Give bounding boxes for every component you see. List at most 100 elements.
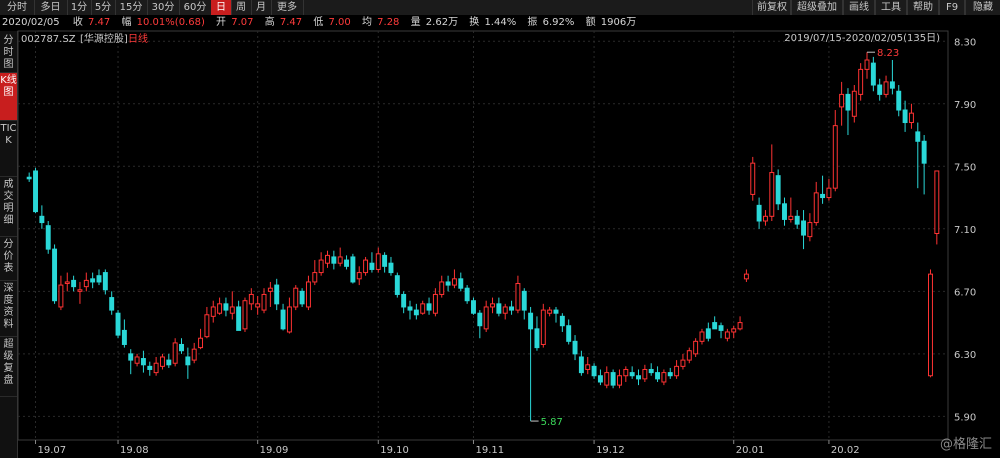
candle-body[interactable] bbox=[661, 372, 667, 383]
candle-body[interactable] bbox=[851, 90, 857, 117]
candle-body[interactable] bbox=[439, 281, 445, 295]
candle-body[interactable] bbox=[134, 356, 140, 364]
candle-body[interactable] bbox=[826, 187, 832, 199]
candle-body[interactable] bbox=[388, 262, 394, 274]
candle-body[interactable] bbox=[743, 273, 749, 280]
candle-body[interactable] bbox=[680, 359, 686, 367]
candle-body[interactable] bbox=[509, 306, 515, 311]
candle-body[interactable] bbox=[724, 331, 730, 339]
candle-body[interactable] bbox=[864, 59, 870, 70]
candle-body[interactable] bbox=[915, 131, 921, 142]
candle-body[interactable] bbox=[534, 328, 540, 349]
candle-body[interactable] bbox=[737, 322, 743, 330]
candle-body[interactable] bbox=[870, 62, 876, 86]
candle-body[interactable] bbox=[64, 281, 70, 285]
candle-body[interactable] bbox=[299, 290, 305, 305]
candle-body[interactable] bbox=[604, 372, 610, 386]
candle-body[interactable] bbox=[794, 215, 800, 225]
candle-body[interactable] bbox=[528, 312, 534, 330]
candle-body[interactable] bbox=[616, 375, 622, 386]
candle-body[interactable] bbox=[540, 309, 546, 345]
candle-body[interactable] bbox=[623, 368, 629, 377]
candle-body[interactable] bbox=[204, 314, 210, 338]
candle-body[interactable] bbox=[896, 90, 902, 111]
candle-body[interactable] bbox=[185, 356, 191, 366]
candle-body[interactable] bbox=[934, 170, 940, 234]
candle-body[interactable] bbox=[96, 275, 102, 283]
candle-body[interactable] bbox=[198, 337, 204, 349]
candle-body[interactable] bbox=[318, 259, 324, 274]
candle-body[interactable] bbox=[750, 162, 756, 195]
candle-body[interactable] bbox=[483, 306, 489, 330]
candle-body[interactable] bbox=[756, 204, 762, 222]
candle-body[interactable] bbox=[223, 303, 229, 311]
candle-body[interactable] bbox=[236, 306, 242, 331]
candle-body[interactable] bbox=[807, 222, 813, 238]
candle-body[interactable] bbox=[845, 93, 851, 111]
candle-body[interactable] bbox=[140, 358, 146, 366]
candle-body[interactable] bbox=[731, 328, 737, 333]
candle-body[interactable] bbox=[921, 140, 927, 164]
candle-body[interactable] bbox=[813, 192, 819, 224]
candle-body[interactable] bbox=[477, 312, 483, 327]
candle-body[interactable] bbox=[413, 309, 419, 316]
candle-body[interactable] bbox=[172, 342, 178, 364]
candle-body[interactable] bbox=[337, 256, 343, 264]
candle-body[interactable] bbox=[902, 109, 908, 124]
candle-body[interactable] bbox=[458, 278, 464, 289]
candle-body[interactable] bbox=[559, 315, 565, 327]
candle-body[interactable] bbox=[26, 176, 32, 180]
candle-body[interactable] bbox=[286, 306, 292, 333]
candle-body[interactable] bbox=[445, 281, 451, 286]
candle-body[interactable] bbox=[572, 340, 578, 355]
candle-body[interactable] bbox=[585, 364, 591, 370]
candle-body[interactable] bbox=[420, 303, 426, 314]
candle-body[interactable] bbox=[369, 262, 375, 270]
candle-body[interactable] bbox=[629, 372, 635, 377]
candle-body[interactable] bbox=[325, 254, 330, 264]
candle-body[interactable] bbox=[718, 325, 724, 331]
candle-body[interactable] bbox=[242, 300, 248, 330]
candle-body[interactable] bbox=[889, 81, 895, 89]
candle-body[interactable] bbox=[566, 325, 572, 342]
candle-body[interactable] bbox=[102, 272, 108, 291]
candle-body[interactable] bbox=[83, 279, 89, 288]
candle-body[interactable] bbox=[597, 375, 603, 383]
candle-body[interactable] bbox=[350, 256, 356, 283]
candle-body[interactable] bbox=[490, 303, 495, 308]
candle-body[interactable] bbox=[578, 356, 584, 374]
candle-body[interactable] bbox=[839, 93, 845, 108]
candle-body[interactable] bbox=[642, 368, 648, 380]
candle-body[interactable] bbox=[261, 293, 267, 311]
candle-body[interactable] bbox=[705, 328, 711, 339]
candle-body[interactable] bbox=[115, 312, 121, 336]
candle-body[interactable] bbox=[39, 215, 45, 224]
candle-body[interactable] bbox=[382, 254, 388, 267]
candle-body[interactable] bbox=[655, 372, 661, 380]
candle-body[interactable] bbox=[128, 353, 134, 361]
candle-body[interactable] bbox=[45, 225, 51, 250]
candle-body[interactable] bbox=[426, 303, 432, 311]
candle-body[interactable] bbox=[858, 68, 864, 95]
candle-body[interactable] bbox=[267, 287, 273, 292]
candle-body[interactable] bbox=[801, 220, 807, 236]
candle-body[interactable] bbox=[52, 248, 58, 302]
candle-body[interactable] bbox=[375, 253, 381, 270]
candle-body[interactable] bbox=[248, 293, 254, 305]
candle-body[interactable] bbox=[293, 287, 299, 308]
candle-body[interactable] bbox=[591, 365, 597, 377]
candle-body[interactable] bbox=[109, 297, 115, 311]
candle-body[interactable] bbox=[515, 283, 521, 311]
candle-body[interactable] bbox=[331, 256, 337, 264]
candle-body[interactable] bbox=[820, 193, 826, 199]
candle-body[interactable] bbox=[471, 300, 476, 314]
candle-body[interactable] bbox=[547, 309, 553, 314]
candle-body[interactable] bbox=[769, 172, 775, 217]
candle-body[interactable] bbox=[166, 359, 172, 366]
candle-body[interactable] bbox=[762, 215, 768, 222]
candle-body[interactable] bbox=[401, 293, 407, 308]
candle-body[interactable] bbox=[883, 81, 889, 95]
candle-body[interactable] bbox=[58, 284, 64, 308]
candle-body[interactable] bbox=[71, 279, 77, 288]
candle-body[interactable] bbox=[407, 306, 413, 311]
